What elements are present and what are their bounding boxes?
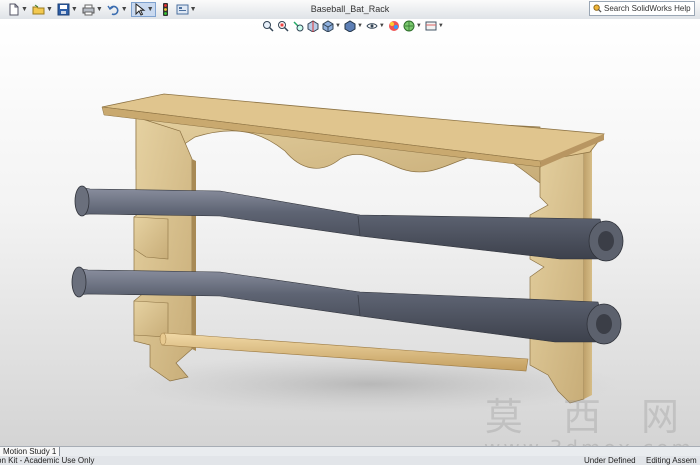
search-input[interactable]: Search SolidWorks Help xyxy=(589,1,695,16)
status-license-text: on Kit - Academic Use Only xyxy=(0,456,95,465)
open-folder-icon xyxy=(32,4,45,15)
chevron-down-icon[interactable]: ▼ xyxy=(190,6,197,13)
tab-motion-study[interactable]: Motion Study 1 xyxy=(0,447,61,456)
left-bracket-edge xyxy=(192,159,196,351)
open-button[interactable]: ▼ xyxy=(31,2,54,17)
new-document-button[interactable]: ▼ xyxy=(6,2,29,17)
print-icon xyxy=(82,4,95,16)
chevron-down-icon[interactable]: ▼ xyxy=(46,6,53,13)
undo-icon xyxy=(107,5,119,16)
status-editing: Editing Assem xyxy=(646,456,697,465)
select-button[interactable]: ▼ xyxy=(130,2,156,17)
title-bar: ▼ ▼ ▼ ▼ ▼ ▼ ▼ Baseball_Bat_Rack Search S… xyxy=(0,0,700,20)
options-icon xyxy=(176,4,189,15)
status-bar: on Kit - Academic Use Only Under Defined… xyxy=(0,456,700,465)
left-front-block-upper xyxy=(133,216,169,260)
right-bracket-front xyxy=(584,149,592,399)
rebuild-button[interactable] xyxy=(158,2,173,17)
print-button[interactable]: ▼ xyxy=(81,2,104,17)
graphics-area[interactable]: ▼ ▼ ▼ ▼ ▼ 莫 西 网 xyxy=(0,19,700,446)
save-icon xyxy=(57,3,70,16)
chevron-down-icon[interactable]: ▼ xyxy=(147,6,154,13)
chevron-down-icon[interactable]: ▼ xyxy=(121,6,128,13)
baseball-bat-rack-model[interactable] xyxy=(0,19,700,446)
select-arrow-icon xyxy=(135,3,146,16)
status-definition: Under Defined xyxy=(584,456,636,465)
left-front-block-lower xyxy=(133,300,169,338)
main-toolbar: ▼ ▼ ▼ ▼ ▼ ▼ ▼ xyxy=(6,2,200,17)
new-document-icon xyxy=(9,3,19,16)
chevron-down-icon[interactable]: ▼ xyxy=(21,6,28,13)
save-button[interactable]: ▼ xyxy=(56,2,79,17)
rebuild-traffic-light-icon xyxy=(162,3,168,16)
search-placeholder: Search SolidWorks Help xyxy=(604,4,691,13)
chevron-down-icon[interactable]: ▼ xyxy=(71,6,78,13)
undo-button[interactable]: ▼ xyxy=(106,2,129,17)
search-help-icon xyxy=(593,4,602,13)
options-button[interactable]: ▼ xyxy=(175,2,198,17)
chevron-down-icon[interactable]: ▼ xyxy=(96,6,103,13)
